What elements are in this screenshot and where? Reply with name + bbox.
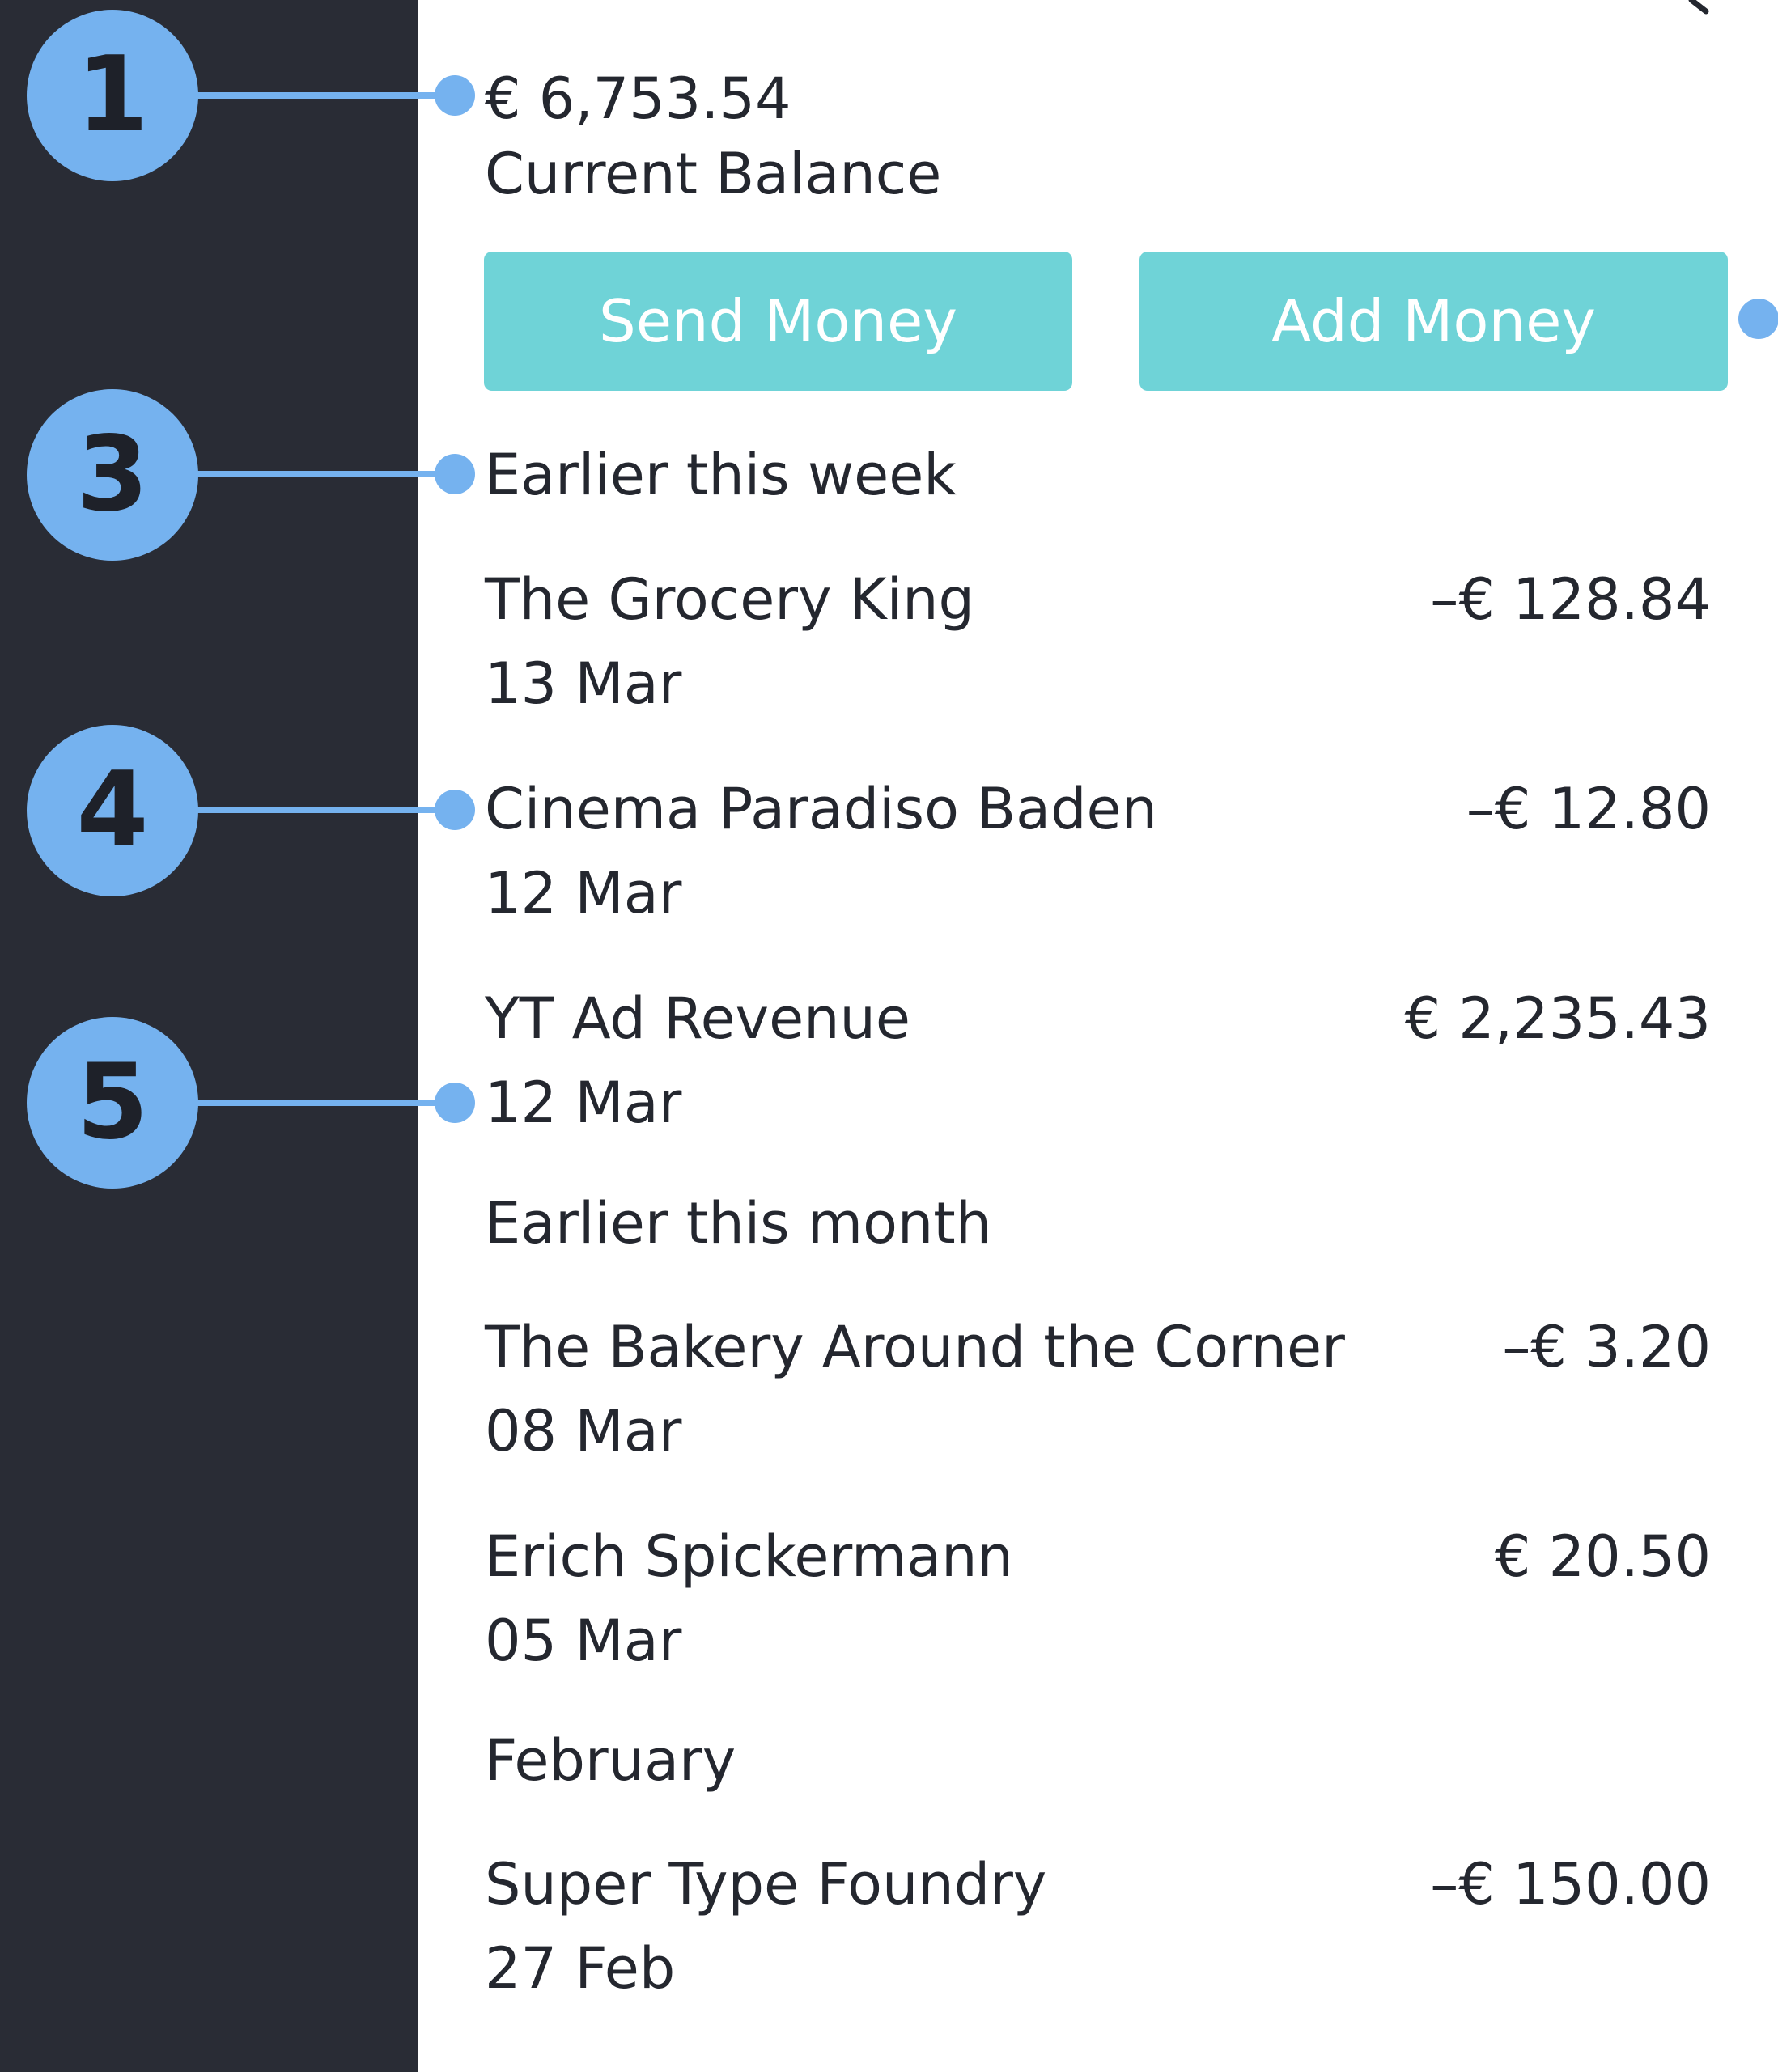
section-heading: February bbox=[485, 1727, 736, 1794]
transaction-date: 12 Mar bbox=[485, 1070, 682, 1136]
transaction-name: Cinema Paradiso Baden bbox=[485, 776, 1157, 842]
search-icon[interactable] bbox=[1675, 0, 1724, 16]
annotation-dot-4 bbox=[435, 790, 475, 830]
transaction-amount: –€ 150.00 bbox=[1430, 1851, 1711, 1917]
transaction-date: 05 Mar bbox=[485, 1608, 682, 1674]
transaction-name: Erich Spickermann bbox=[485, 1523, 1013, 1590]
add-money-button[interactable]: Add Money bbox=[1139, 252, 1728, 391]
transaction-name: Super Type Foundry bbox=[485, 1851, 1047, 1917]
annotation-connector-4 bbox=[186, 807, 455, 813]
annotation-dot-3 bbox=[435, 454, 475, 494]
annotation-badge-4: 4 bbox=[27, 725, 198, 896]
annotation-connector-1 bbox=[186, 92, 455, 99]
annotation-dot-1 bbox=[435, 75, 475, 116]
transaction-name: The Grocery King bbox=[485, 566, 974, 633]
annotation-badge-1: 1 bbox=[27, 10, 198, 181]
annotation-connector-3 bbox=[186, 471, 455, 477]
transaction-name: YT Ad Revenue bbox=[485, 985, 910, 1052]
annotation-dot-5 bbox=[435, 1083, 475, 1123]
section-heading: Earlier this month bbox=[485, 1190, 992, 1256]
balance-label: Current Balance bbox=[485, 141, 942, 207]
annotation-badge-3: 3 bbox=[27, 389, 198, 561]
transaction-amount: –€ 128.84 bbox=[1430, 566, 1711, 633]
annotation-dot-2 bbox=[1738, 299, 1778, 339]
balance-amount: € 6,753.54 bbox=[485, 66, 791, 132]
transaction-amount: –€ 3.20 bbox=[1502, 1314, 1711, 1380]
transaction-date: 08 Mar bbox=[485, 1398, 682, 1464]
transaction-date: 12 Mar bbox=[485, 860, 682, 926]
send-money-button[interactable]: Send Money bbox=[484, 252, 1072, 391]
transaction-date: 27 Feb bbox=[485, 1935, 676, 2002]
transaction-name: The Bakery Around the Corner bbox=[485, 1314, 1345, 1380]
section-heading: Earlier this week bbox=[485, 442, 957, 508]
annotation-connector-5 bbox=[186, 1100, 455, 1106]
transaction-amount: –€ 12.80 bbox=[1466, 776, 1711, 842]
transaction-amount: € 20.50 bbox=[1494, 1523, 1711, 1590]
annotation-badge-5: 5 bbox=[27, 1017, 198, 1189]
transaction-date: 13 Mar bbox=[485, 650, 682, 717]
transaction-amount: € 2,235.43 bbox=[1404, 985, 1711, 1052]
